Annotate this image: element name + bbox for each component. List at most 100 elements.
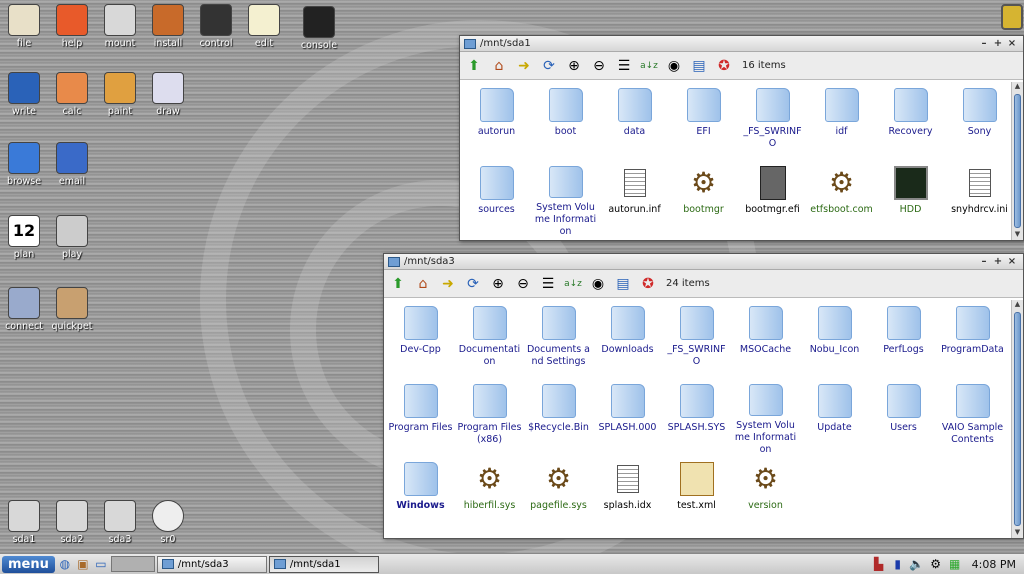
scroll-down-icon[interactable]: ▼ [1012, 230, 1023, 240]
file-item[interactable]: System Volume Information [731, 384, 800, 456]
file-item[interactable]: Windows [386, 462, 455, 534]
file-item[interactable]: Users [869, 384, 938, 456]
scrollbar[interactable]: ▲ ▼ [1011, 300, 1023, 538]
desktop-icon-connect[interactable]: connect [0, 287, 48, 332]
desktop-icon-browse[interactable]: browse [0, 142, 48, 187]
file-item[interactable]: PerfLogs [869, 306, 938, 378]
details-view-icon[interactable]: ▤ [612, 274, 634, 294]
file-item[interactable]: _FS_SWRINFO [738, 88, 807, 160]
scroll-thumb[interactable] [1014, 312, 1021, 526]
scroll-thumb[interactable] [1014, 94, 1021, 228]
home-icon[interactable]: ⌂ [488, 56, 510, 76]
file-item[interactable]: HDD [876, 166, 945, 238]
bookmark-icon[interactable]: ➜ [437, 274, 459, 294]
window-titlebar[interactable]: /mnt/sda3 – + × [384, 254, 1023, 270]
file-item[interactable]: ⚙ hiberfil.sys [455, 462, 524, 534]
file-item[interactable]: Documentation [455, 306, 524, 378]
desktop-icon-draw[interactable]: draw [144, 72, 192, 117]
file-item[interactable]: $Recycle.Bin [524, 384, 593, 456]
file-item[interactable]: ⚙ version [731, 462, 800, 534]
file-item[interactable]: snyhdrcv.ini [945, 166, 1011, 238]
file-item[interactable]: SPLASH.000 [593, 384, 662, 456]
maximize-button[interactable]: + [991, 38, 1005, 49]
scroll-down-icon[interactable]: ▼ [1012, 528, 1023, 538]
file-item[interactable]: autorun [462, 88, 531, 160]
close-button[interactable]: × [1005, 38, 1019, 49]
list-view-icon[interactable]: ☰ [613, 56, 635, 76]
file-item[interactable]: VAIO Sample Contents [938, 384, 1007, 456]
help-lifebuoy-icon[interactable]: ✪ [637, 274, 659, 294]
lock-screen-icon[interactable] [988, 4, 1024, 32]
help-lifebuoy-icon[interactable]: ✪ [713, 56, 735, 76]
task-button[interactable]: /mnt/sda3 [156, 555, 267, 573]
minimize-button[interactable]: – [977, 38, 991, 49]
home-icon[interactable]: ⌂ [412, 274, 434, 294]
task-button[interactable]: /mnt/sda1 [268, 555, 379, 573]
volume-icon[interactable]: 🔈 [909, 556, 925, 572]
globe-icon[interactable]: ◍ [57, 556, 73, 572]
desktop-icon-plan[interactable]: 12 plan [0, 215, 48, 260]
file-item[interactable]: Program Files (x86) [455, 384, 524, 456]
desktop-icon-quickpet[interactable]: quickpet [48, 287, 96, 332]
file-item[interactable]: autorun.inf [600, 166, 669, 238]
workspace-pager[interactable] [110, 556, 155, 572]
clock[interactable]: 4:08 PM [966, 558, 1022, 571]
desktop-icon-sda2[interactable]: sda2 [48, 500, 96, 545]
desktop-icon-sda1[interactable]: sda1 [0, 500, 48, 545]
file-item[interactable]: ⚙ etfsboot.com [807, 166, 876, 238]
bookmark-icon[interactable]: ➜ [513, 56, 535, 76]
refresh-icon[interactable]: ⟳ [462, 274, 484, 294]
file-item[interactable]: sources [462, 166, 531, 238]
file-item[interactable]: bootmgr.efi [738, 166, 807, 238]
desktop-icon-edit[interactable]: edit [240, 4, 288, 49]
file-item[interactable]: idf [807, 88, 876, 160]
scroll-up-icon[interactable]: ▲ [1012, 82, 1023, 92]
minimize-button[interactable]: – [977, 256, 991, 267]
file-item[interactable]: Recovery [876, 88, 945, 160]
refresh-icon[interactable]: ⟳ [538, 56, 560, 76]
scroll-up-icon[interactable]: ▲ [1012, 300, 1023, 310]
up-arrow-icon[interactable]: ⬆ [387, 274, 409, 294]
list-view-icon[interactable]: ☰ [537, 274, 559, 294]
file-item[interactable]: SPLASH.SYS [662, 384, 731, 456]
file-item[interactable]: ⚙ bootmgr [669, 166, 738, 238]
scrollbar[interactable]: ▲ ▼ [1011, 82, 1023, 240]
close-button[interactable]: × [1005, 256, 1019, 267]
file-item[interactable]: MSOCache [731, 306, 800, 378]
file-item[interactable]: Update [800, 384, 869, 456]
desktop-icon-sr0[interactable]: sr0 [144, 500, 192, 545]
file-item[interactable]: Nobu_Icon [800, 306, 869, 378]
sort-icon[interactable]: a↓z [638, 56, 660, 76]
desktop-icon-play[interactable]: play [48, 215, 96, 260]
file-item[interactable]: boot [531, 88, 600, 160]
menu-button[interactable]: menu [2, 555, 55, 573]
eye-icon[interactable]: ◉ [663, 56, 685, 76]
zoom-out-icon[interactable]: ⊖ [512, 274, 534, 294]
firewall-icon[interactable]: ▙ [871, 556, 887, 572]
zoom-in-icon[interactable]: ⊕ [563, 56, 585, 76]
zoom-out-icon[interactable]: ⊖ [588, 56, 610, 76]
file-item[interactable]: ⚙ pagefile.sys [524, 462, 593, 534]
pet-icon[interactable]: ▣ [75, 556, 91, 572]
window-sda3[interactable]: /mnt/sda3 – + × ⬆ ⌂ ➜ ⟳ ⊕ ⊖ ☰ a↓z ◉ ▤ ✪ … [383, 253, 1024, 539]
desktop-icon-calc[interactable]: calc [48, 72, 96, 117]
file-item[interactable]: System Volume Information [531, 166, 600, 238]
file-item[interactable]: ProgramData [938, 306, 1007, 378]
network-icon[interactable]: ⚙ [928, 556, 944, 572]
battery-icon[interactable]: ▦ [947, 556, 963, 572]
file-item[interactable]: _FS_SWRINFO [662, 306, 731, 378]
desktop-icon-mount[interactable]: mount [96, 4, 144, 49]
bluetooth-icon[interactable]: ▮ [890, 556, 906, 572]
file-item[interactable]: Sony [945, 88, 1011, 160]
details-view-icon[interactable]: ▤ [688, 56, 710, 76]
desktop-icon-install[interactable]: install [144, 4, 192, 49]
file-item[interactable]: EFI [669, 88, 738, 160]
file-item[interactable]: Documents and Settings [524, 306, 593, 378]
desktop-icon-write[interactable]: write [0, 72, 48, 117]
desktop-icon-sda3[interactable]: sda3 [96, 500, 144, 545]
file-item[interactable]: Downloads [593, 306, 662, 378]
file-item[interactable]: splash.idx [593, 462, 662, 534]
desktop-icon-control[interactable]: control [192, 4, 240, 49]
desktop-icon-file[interactable]: file [0, 4, 48, 49]
file-item[interactable]: test.xml [662, 462, 731, 534]
